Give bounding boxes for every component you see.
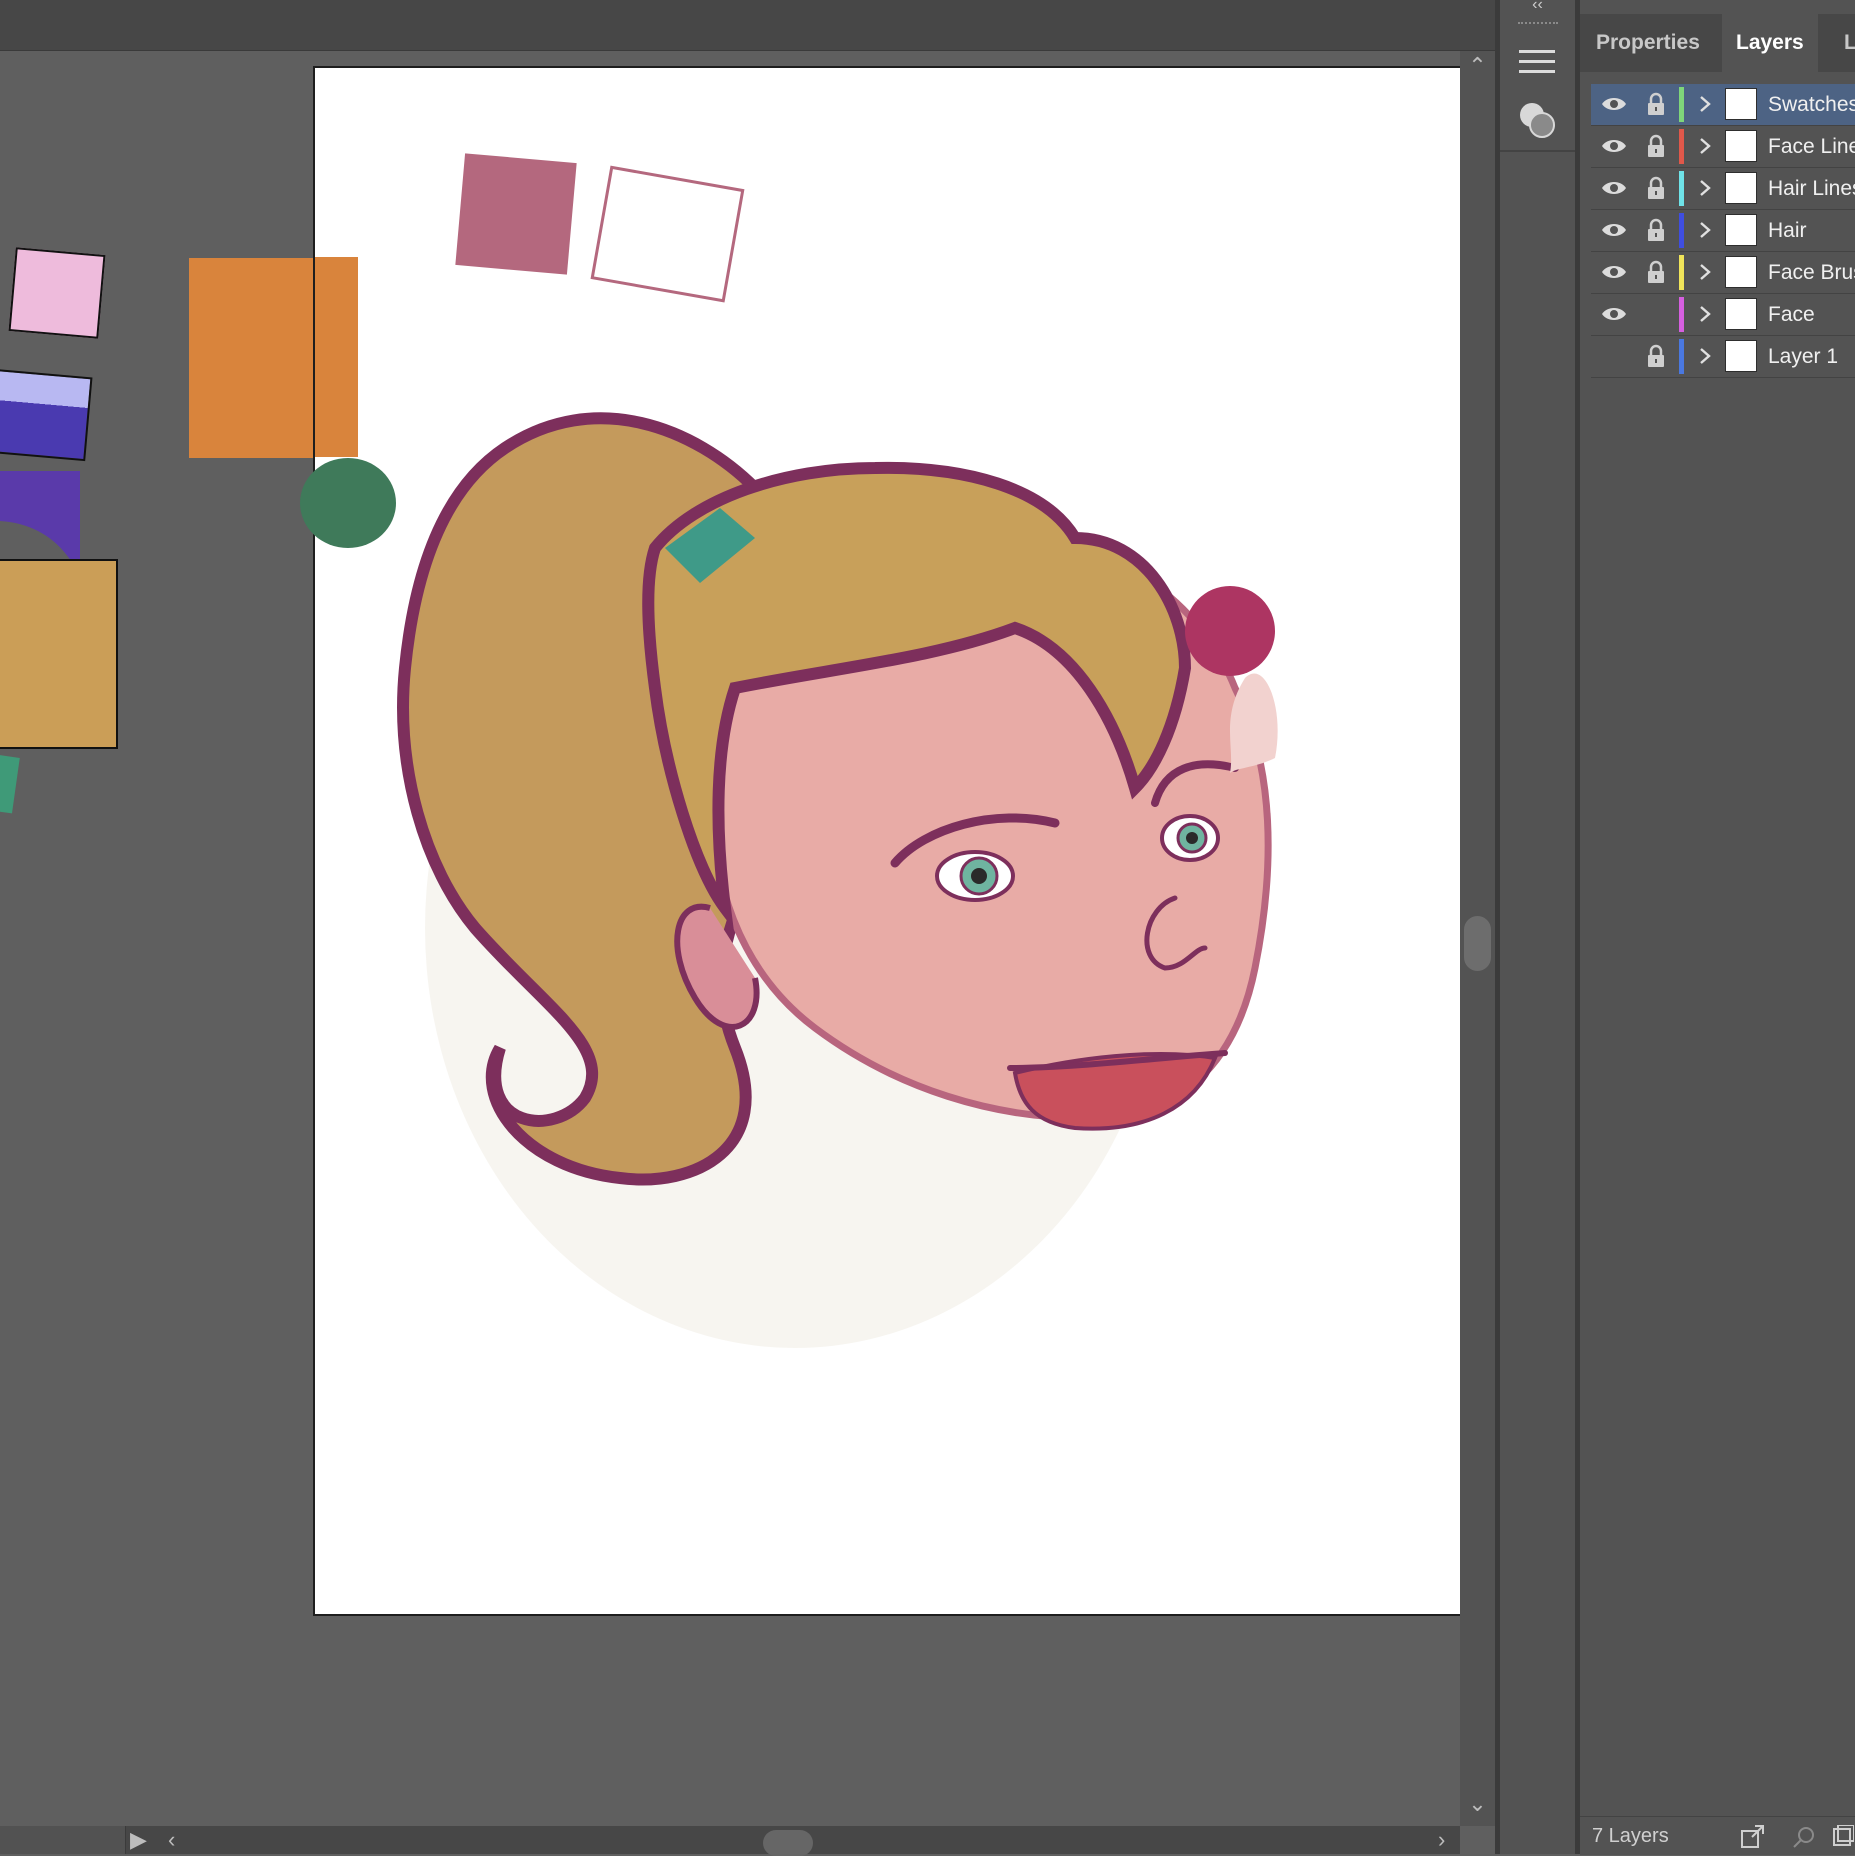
layers-list: SwatchesFace LinesHair LinesHairFace Bru… [1591, 84, 1855, 378]
appearance-icon[interactable] [1508, 92, 1566, 148]
scroll-up-icon[interactable]: ⌃ [1460, 53, 1495, 79]
tab-properties[interactable]: Properties [1582, 14, 1714, 72]
chevron-right-icon[interactable] [1697, 94, 1713, 114]
menu-icon[interactable] [1508, 34, 1566, 90]
layer-color-swatch [1679, 255, 1684, 290]
vertical-scroll-thumb[interactable] [1464, 916, 1491, 971]
layer-color-swatch [1679, 297, 1684, 332]
new-layer-icon[interactable] [1832, 1825, 1854, 1849]
layer-name[interactable]: Face Lines [1768, 126, 1855, 167]
layer-row[interactable]: Face Brush [1591, 252, 1855, 294]
layer-thumbnail [1725, 130, 1757, 162]
collapse-panels-icon[interactable]: ‹‹ [1500, 0, 1575, 13]
eye-icon[interactable] [1601, 95, 1627, 113]
scroll-left-icon[interactable]: ‹ [168, 1826, 175, 1854]
layer-row[interactable]: Hair Lines [1591, 168, 1855, 210]
scroll-right-icon[interactable]: › [1438, 1826, 1445, 1854]
layer-name[interactable]: Hair [1768, 210, 1807, 251]
lock-icon[interactable] [1646, 92, 1666, 116]
strip-divider [1500, 150, 1575, 152]
teal-swatch-fragment[interactable] [0, 754, 20, 814]
layer-thumbnail [1725, 88, 1757, 120]
chevron-right-icon[interactable] [1697, 136, 1713, 156]
layers-panel: Properties Layers Li SwatchesFace LinesH… [1580, 0, 1855, 1855]
layer-thumbnail [1725, 340, 1757, 372]
status-bar-area [0, 1826, 126, 1854]
layer-thumbnail [1725, 256, 1757, 288]
search-icon[interactable] [1792, 1825, 1818, 1849]
panel-grip-icon[interactable] [1518, 22, 1558, 30]
collapsed-panel-strip: ‹‹ [1500, 0, 1576, 1854]
tan-swatch-rect[interactable] [0, 559, 118, 749]
visibility-toggle[interactable] [1601, 347, 1627, 365]
layer-color-swatch [1679, 87, 1684, 122]
panel-tabs: Properties Layers Li [1580, 14, 1855, 72]
pink-swatch-square[interactable] [8, 247, 106, 339]
layer-name[interactable]: Layer 1 [1768, 336, 1838, 377]
chevron-right-icon[interactable] [1697, 346, 1713, 366]
play-icon[interactable]: ▶ [130, 1826, 147, 1854]
chevron-right-icon[interactable] [1697, 262, 1713, 282]
lock-icon[interactable] [1646, 260, 1666, 284]
lock-icon[interactable] [1646, 176, 1666, 200]
layer-row[interactable]: Swatches [1591, 84, 1855, 126]
layer-row[interactable]: Face Lines [1591, 126, 1855, 168]
eye-icon[interactable] [1601, 137, 1627, 155]
lock-icon[interactable] [1646, 344, 1666, 368]
artboard[interactable] [313, 66, 1460, 1616]
layer-row[interactable]: Hair [1591, 210, 1855, 252]
eye-icon[interactable] [1601, 179, 1627, 197]
lock-toggle[interactable] [1646, 302, 1666, 326]
layer-count: 7 Layers [1592, 1825, 1669, 1847]
layer-thumbnail [1725, 298, 1757, 330]
layer-row[interactable]: Layer 1 [1591, 336, 1855, 378]
canvas-area[interactable] [0, 51, 1460, 1826]
layer-thumbnail [1725, 172, 1757, 204]
eye-icon[interactable] [1601, 263, 1627, 281]
blue-swatch-square[interactable] [0, 368, 93, 462]
layer-color-swatch [1679, 171, 1684, 206]
chevron-right-icon[interactable] [1697, 304, 1713, 324]
document-tab-bar [0, 0, 1495, 51]
layer-name[interactable]: Face Brush [1768, 252, 1855, 293]
eye-icon[interactable] [1601, 221, 1627, 239]
horizontal-scrollbar[interactable]: ▶ ‹ › [0, 1826, 1460, 1856]
green-swatch-circle[interactable] [300, 458, 396, 548]
export-icon[interactable] [1740, 1825, 1766, 1849]
layers-footer: 7 Layers [1580, 1816, 1855, 1855]
lock-icon[interactable] [1646, 134, 1666, 158]
layer-name[interactable]: Hair Lines [1768, 168, 1855, 209]
artwork-illustration [315, 153, 1278, 1348]
layer-name[interactable]: Swatches [1768, 84, 1855, 125]
layer-name[interactable]: Face [1768, 294, 1815, 335]
scroll-down-icon[interactable]: ⌄ [1460, 1791, 1495, 1817]
chevron-right-icon[interactable] [1697, 220, 1713, 240]
vertical-scrollbar[interactable]: ⌃ ⌄ [1460, 51, 1495, 1826]
layer-color-swatch [1679, 129, 1684, 164]
layer-thumbnail [1725, 214, 1757, 246]
layer-color-swatch [1679, 339, 1684, 374]
lock-icon[interactable] [1646, 218, 1666, 242]
eye-icon[interactable] [1601, 305, 1627, 323]
tab-libraries[interactable]: Li [1830, 14, 1855, 72]
chevron-right-icon[interactable] [1697, 178, 1713, 198]
layer-row[interactable]: Face [1591, 294, 1855, 336]
horizontal-scroll-thumb[interactable] [763, 1830, 813, 1856]
tab-layers[interactable]: Layers [1722, 14, 1818, 72]
layer-color-swatch [1679, 213, 1684, 248]
